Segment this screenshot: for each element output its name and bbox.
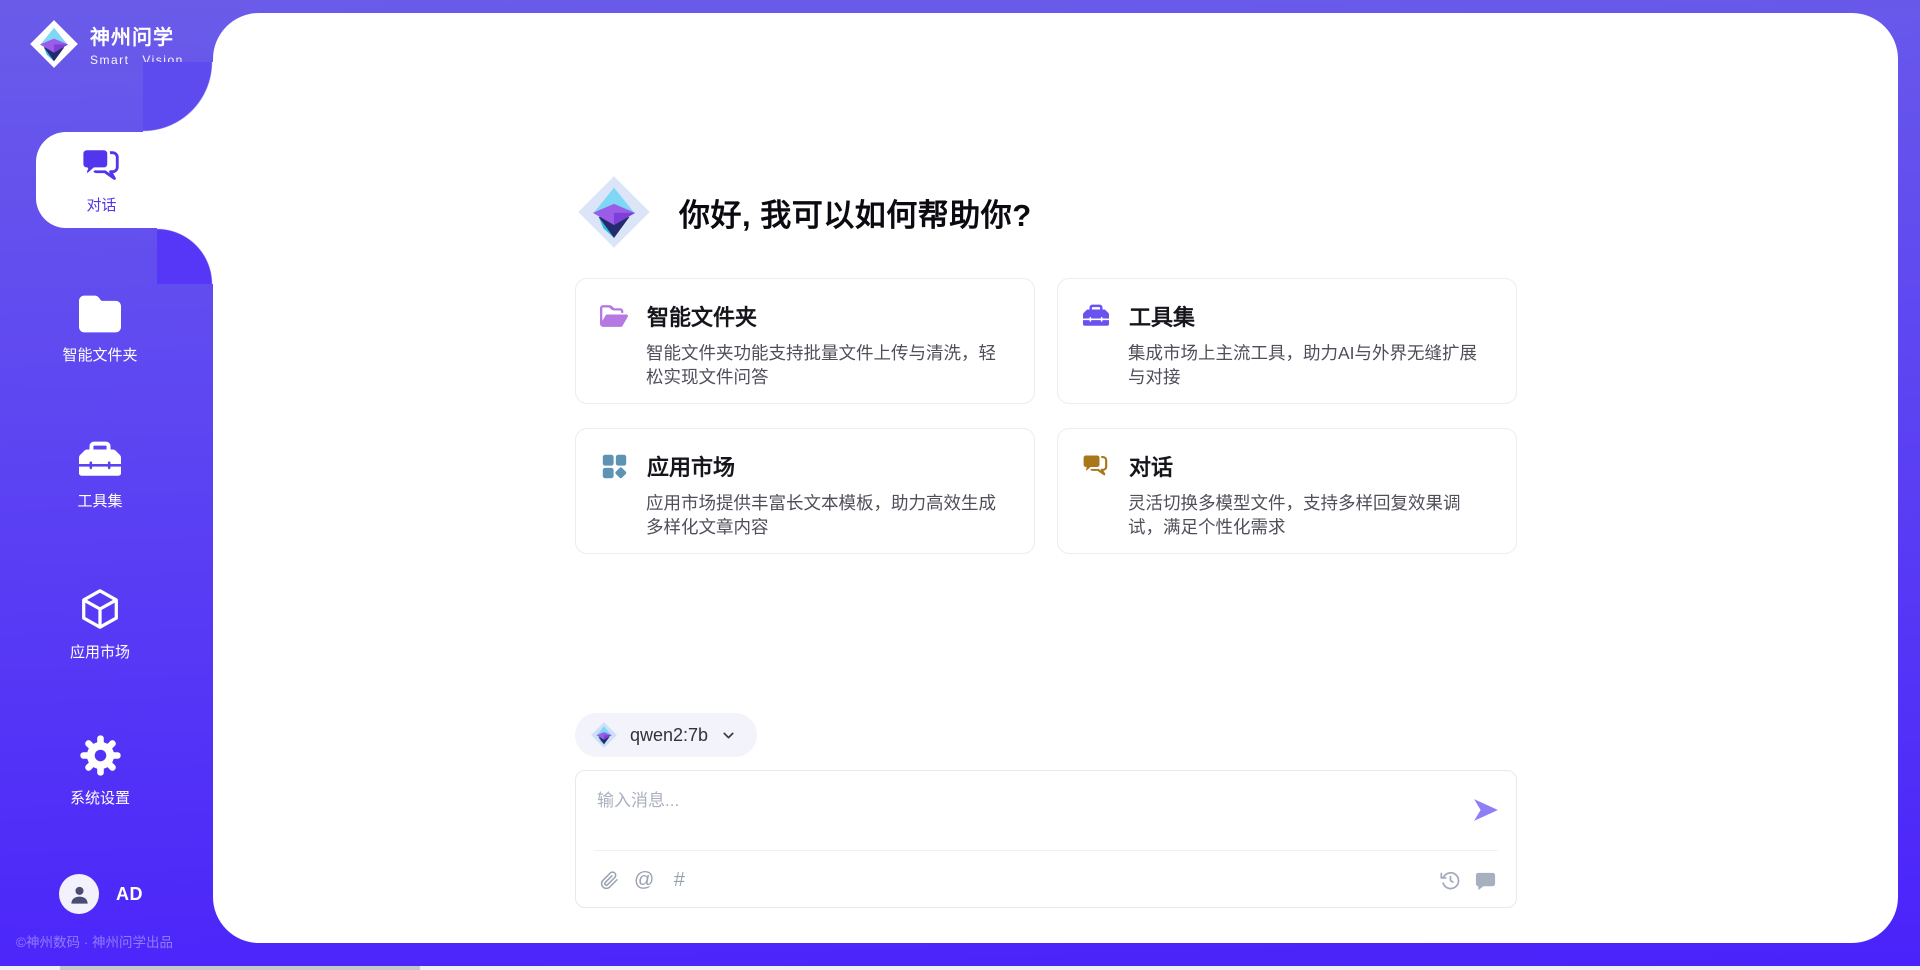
brand-name: 神州问学 <box>90 21 184 50</box>
card-title: 工具集 <box>1129 300 1195 332</box>
send-button[interactable] <box>1473 798 1499 822</box>
composer-divider <box>594 850 1498 851</box>
card-title: 应用市场 <box>647 450 735 482</box>
message-bubble-icon <box>1474 869 1497 892</box>
at-icon: @ <box>634 868 654 892</box>
mention-button[interactable]: @ <box>634 868 654 892</box>
hash-icon: # <box>674 868 685 892</box>
message-input[interactable] <box>597 786 1437 844</box>
topic-button[interactable]: # <box>669 868 689 892</box>
gear-icon <box>78 733 123 778</box>
horizontal-scrollbar <box>0 966 1920 970</box>
card-smart-folder[interactable]: 智能文件夹 智能文件夹功能支持批量文件上传与清洗，轻松实现文件问答 <box>575 278 1035 404</box>
sidebar-item-label: 对话 <box>86 194 116 215</box>
assistant-logo-icon <box>575 173 653 251</box>
app-root: 神州问学 Smart Vision 对话 智能文件夹 <box>0 0 1920 970</box>
composer-tools-left: @ # <box>599 868 689 892</box>
card-description: 应用市场提供丰富长文本模板，助力高效生成多样化文章内容 <box>646 491 1010 539</box>
chat-bubbles-icon <box>1082 452 1110 480</box>
brand-logo-icon <box>28 18 80 70</box>
sidebar-item-chat[interactable]: 对话 <box>36 132 213 228</box>
feedback-button[interactable] <box>1474 868 1497 892</box>
history-button[interactable] <box>1440 868 1461 892</box>
horizontal-scrollbar-thumb[interactable] <box>60 966 420 970</box>
toolbox-icon <box>77 439 123 481</box>
history-icon <box>1440 870 1461 891</box>
composer-tools-right <box>1440 868 1497 892</box>
sidebar-item-label: 工具集 <box>77 490 122 511</box>
sidebar-item-label: 智能文件夹 <box>62 344 137 365</box>
model-logo-icon <box>590 721 618 749</box>
card-description: 智能文件夹功能支持批量文件上传与清洗，轻松实现文件问答 <box>646 341 1010 389</box>
greeting-section: 你好, 我可以如何帮助你? <box>575 163 1032 261</box>
send-icon <box>1473 798 1499 822</box>
app-grid-icon <box>600 452 628 480</box>
message-composer: @ # <box>575 770 1517 908</box>
sidebar-item-label: 系统设置 <box>70 787 130 808</box>
user-profile[interactable]: AD <box>59 874 143 914</box>
feature-cards: 智能文件夹 智能文件夹功能支持批量文件上传与清洗，轻松实现文件问答 工具集 集成… <box>575 278 1517 554</box>
card-description: 集成市场上主流工具，助力AI与外界无缝扩展与对接 <box>1128 341 1492 389</box>
sidebar: 神州问学 Smart Vision 对话 智能文件夹 <box>0 0 213 970</box>
folder-icon <box>77 293 123 335</box>
cube-icon <box>77 586 123 632</box>
active-tab-curve-bottom <box>157 228 213 284</box>
card-description: 灵活切换多模型文件，支持多样回复效果调试，满足个性化需求 <box>1128 491 1492 539</box>
chevron-down-icon <box>720 727 737 744</box>
sidebar-item-toolset[interactable]: 工具集 <box>0 439 200 511</box>
toolbox-icon <box>1082 302 1110 330</box>
card-title: 智能文件夹 <box>647 300 757 332</box>
model-name: qwen2:7b <box>630 725 708 746</box>
paperclip-icon <box>600 870 619 891</box>
card-chat[interactable]: 对话 灵活切换多模型文件，支持多样回复效果调试，满足个性化需求 <box>1057 428 1517 554</box>
card-title: 对话 <box>1129 450 1173 482</box>
card-toolset[interactable]: 工具集 集成市场上主流工具，助力AI与外界无缝扩展与对接 <box>1057 278 1517 404</box>
main-panel: 你好, 我可以如何帮助你? 智能文件夹 智能文件夹功能支持批量文件上传与清洗，轻… <box>213 13 1898 943</box>
copyright-text: ©神州数码 · 神州问学出品 <box>16 931 173 951</box>
sidebar-item-app-market[interactable]: 应用市场 <box>0 586 200 662</box>
user-name: AD <box>116 884 143 905</box>
user-avatar-icon <box>68 883 91 906</box>
model-selector[interactable]: qwen2:7b <box>575 713 757 757</box>
sidebar-item-settings[interactable]: 系统设置 <box>0 733 200 808</box>
avatar <box>59 874 99 914</box>
active-tab-curve-top <box>143 62 213 132</box>
chat-bubbles-icon <box>81 145 123 187</box>
folder-open-icon <box>600 302 628 330</box>
card-app-market[interactable]: 应用市场 应用市场提供丰富长文本模板，助力高效生成多样化文章内容 <box>575 428 1035 554</box>
sidebar-item-label: 应用市场 <box>70 641 130 662</box>
greeting-title: 你好, 我可以如何帮助你? <box>679 190 1032 235</box>
sidebar-item-smart-folder[interactable]: 智能文件夹 <box>0 293 200 365</box>
attach-file-button[interactable] <box>599 868 619 892</box>
